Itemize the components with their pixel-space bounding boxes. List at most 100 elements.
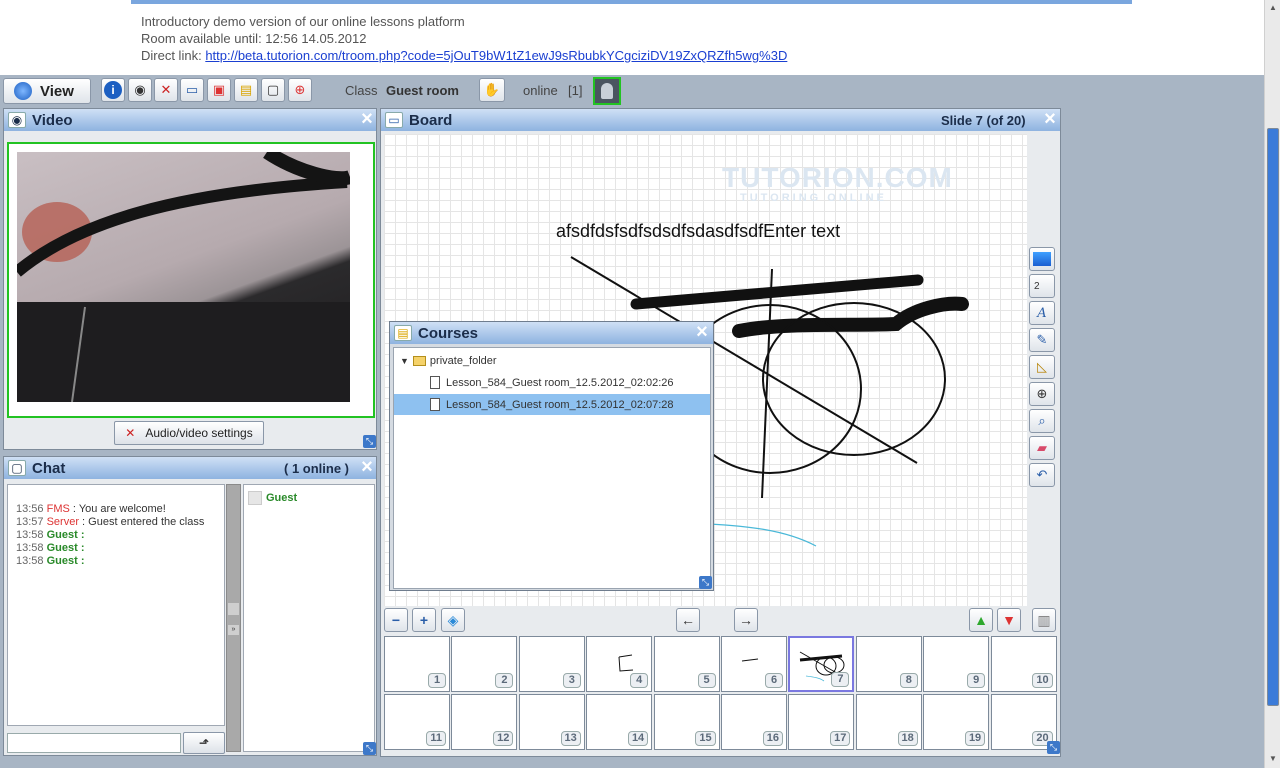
chat-close-button[interactable]: × bbox=[357, 457, 377, 478]
slide-thumbnail[interactable]: 4 bbox=[586, 636, 653, 692]
slide-thumbnail[interactable]: 11 bbox=[384, 694, 450, 750]
presentation-button[interactable]: ▣ bbox=[207, 78, 231, 102]
upload-slide-button[interactable]: ▲ bbox=[969, 608, 993, 632]
av-settings-label: Audio/video settings bbox=[145, 426, 253, 440]
courses-close-button[interactable]: × bbox=[692, 322, 712, 343]
help-button[interactable]: ⊕ bbox=[288, 78, 312, 102]
slide-thumbnail[interactable]: 2 bbox=[451, 636, 518, 692]
scrollbar-thumb[interactable] bbox=[1267, 128, 1279, 706]
video-close-button[interactable]: × bbox=[357, 109, 377, 130]
courses-resize-handle[interactable]: ⤡ bbox=[699, 576, 712, 589]
slide-thumbnail[interactable]: 5 bbox=[653, 636, 720, 692]
slide-thumbnail[interactable]: 3 bbox=[518, 636, 585, 692]
chat-user-name: Guest bbox=[266, 492, 298, 504]
user-silhouette-icon bbox=[601, 83, 613, 99]
direct-link[interactable]: http://beta.tutorion.com/troom.php?code=… bbox=[205, 48, 787, 63]
chat-message: 13:58 Guest : bbox=[16, 529, 85, 541]
view-button[interactable]: View bbox=[3, 78, 91, 104]
undo-button[interactable]: ↶ bbox=[1029, 463, 1055, 487]
hand-icon: ✋ bbox=[483, 82, 501, 97]
class-name: Guest room bbox=[386, 83, 459, 98]
slide-thumbnail[interactable]: 10 bbox=[990, 636, 1057, 692]
slide-thumbnail[interactable]: 18 bbox=[855, 694, 922, 750]
slide-thumbnail[interactable]: 19 bbox=[923, 694, 990, 750]
video-frame bbox=[7, 142, 375, 418]
board-icon: ▭ bbox=[385, 112, 403, 128]
presentation-icon: ▣ bbox=[212, 82, 226, 97]
next-slide-button[interactable]: → bbox=[734, 608, 758, 632]
board-resize-handle[interactable]: ⤡ bbox=[1047, 741, 1060, 754]
chat-button[interactable]: ▢ bbox=[261, 78, 285, 102]
chat-online-status: ( 1 online ) bbox=[284, 460, 349, 476]
slide-thumbnail[interactable]: 9 bbox=[923, 636, 990, 692]
color-picker-button[interactable] bbox=[1029, 247, 1055, 271]
video-panel-header: ◉ Video bbox=[4, 109, 376, 131]
text-tool-button[interactable]: A bbox=[1029, 301, 1055, 325]
compass-tool-button[interactable]: ⊕ bbox=[1029, 382, 1055, 406]
slide-thumbnail[interactable]: 8 bbox=[855, 636, 922, 692]
delete-slide-button[interactable]: ▥ bbox=[1032, 608, 1056, 632]
chat-splitter[interactable]: » bbox=[226, 484, 241, 752]
slide-thumbnail[interactable]: 17 bbox=[788, 694, 855, 750]
page-scrollbar[interactable]: ▲ ▼ bbox=[1264, 0, 1280, 768]
board-button[interactable]: ▭ bbox=[180, 78, 204, 102]
slide-thumbnail[interactable]: 16 bbox=[721, 694, 787, 750]
pen-tool-icon: ✎ bbox=[1036, 332, 1048, 347]
chat-user-item[interactable]: Guest bbox=[248, 491, 370, 505]
info-button[interactable]: i bbox=[101, 78, 125, 102]
slide-number-badge: 18 bbox=[897, 731, 918, 746]
webcam-icon: ◉ bbox=[134, 82, 146, 97]
slide-indicator: Slide 7 (of 20) bbox=[941, 112, 1026, 128]
video-resize-handle[interactable]: ⤡ bbox=[363, 435, 376, 448]
view-icon bbox=[14, 82, 32, 100]
chat-resize-handle[interactable]: ⤡ bbox=[363, 742, 376, 755]
courses-button[interactable]: ▤ bbox=[234, 78, 258, 102]
slide-thumbnail[interactable]: 12 bbox=[451, 694, 518, 750]
remove-slide-button[interactable]: − bbox=[384, 608, 408, 632]
slide-thumbnail[interactable]: 15 bbox=[653, 694, 720, 750]
ruler-tool-button[interactable]: ◺ bbox=[1029, 355, 1055, 379]
chat-icon: ▢ bbox=[8, 460, 26, 476]
slide-number-badge: 16 bbox=[762, 731, 783, 746]
slide-thumbnail[interactable]: 13 bbox=[518, 694, 585, 750]
previous-slide-button[interactable]: ← bbox=[676, 608, 700, 632]
slide-thumbnail[interactable]: 14 bbox=[586, 694, 653, 750]
file-icon bbox=[430, 376, 440, 389]
scroll-up-arrow[interactable]: ▲ bbox=[1267, 1, 1279, 15]
video-feed-image bbox=[17, 152, 350, 402]
course-file-item[interactable]: Lesson_584_Guest room_12.5.2012_02:02:26 bbox=[394, 372, 710, 393]
online-user-avatar[interactable] bbox=[593, 77, 621, 105]
courses-icon: ▤ bbox=[394, 325, 412, 341]
slide-thumbnail[interactable]: 6 bbox=[721, 636, 787, 692]
eraser-tool-button[interactable]: ▰ bbox=[1029, 436, 1055, 460]
add-slide-button[interactable]: + bbox=[412, 608, 436, 632]
slide-number-badge: 13 bbox=[560, 731, 581, 746]
slide-thumbnail[interactable]: 7 bbox=[788, 636, 855, 692]
chat-message-input[interactable] bbox=[7, 733, 181, 753]
audio-video-settings-button[interactable]: ✕ Audio/video settings bbox=[114, 421, 264, 445]
download-slide-button[interactable]: ▼ bbox=[997, 608, 1021, 632]
undo-icon: ↶ bbox=[1036, 467, 1048, 482]
line-width-select[interactable]: 2 bbox=[1029, 274, 1055, 298]
board-close-button[interactable]: × bbox=[1040, 109, 1060, 130]
zoom-tool-button[interactable]: ⌕ bbox=[1029, 409, 1055, 433]
webcam-button[interactable]: ◉ bbox=[128, 78, 152, 102]
settings-button[interactable]: ✕ bbox=[154, 78, 178, 102]
pen-tool-button[interactable]: ✎ bbox=[1029, 328, 1055, 352]
user-avatar-icon bbox=[248, 491, 262, 505]
course-file-item-selected[interactable]: Lesson_584_Guest room_12.5.2012_02:07:28 bbox=[394, 394, 710, 415]
direct-link-label: Direct link: bbox=[141, 48, 202, 63]
slide-number-badge: 7 bbox=[831, 672, 850, 687]
folder-item[interactable]: ▼ private_folder bbox=[394, 350, 710, 371]
clear-slide-button[interactable]: ◈ bbox=[441, 608, 465, 632]
raise-hand-button[interactable]: ✋ bbox=[479, 78, 505, 102]
courses-panel-header: ▤ Courses bbox=[390, 322, 713, 344]
board-tool-palette: 2 A ✎ ◺ ⊕ ⌕ ▰ ↶ bbox=[1029, 247, 1057, 490]
send-arrow-icon: ⬏ bbox=[198, 736, 210, 750]
slide-number-badge: 1 bbox=[428, 673, 446, 688]
slide-thumbnail[interactable]: 1 bbox=[384, 636, 450, 692]
folder-name: private_folder bbox=[429, 354, 497, 367]
classroom-app: View i ◉ ✕ ▭ ▣ ▤ ▢ ⊕ Class Guest room ✋ … bbox=[0, 75, 1264, 768]
scroll-down-arrow[interactable]: ▼ bbox=[1267, 752, 1279, 766]
chat-send-button[interactable]: ⬏ bbox=[183, 732, 225, 754]
